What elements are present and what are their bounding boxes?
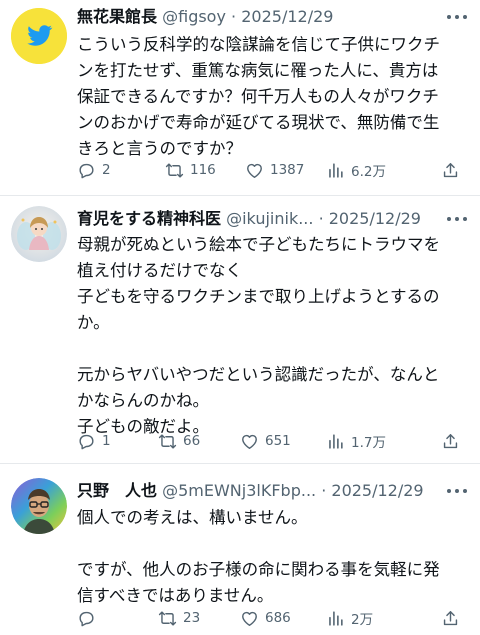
body-line: か。 (77, 313, 110, 332)
heart-icon (247, 163, 262, 178)
body-line: 元からヤバいやつだという認識だったが、なんと (77, 365, 440, 384)
body-line: 子どもを守るワクチンまで取り上げようとするの (77, 287, 440, 306)
repost-count: 116 (190, 162, 216, 178)
share-button[interactable] (441, 158, 460, 182)
more-button[interactable] (444, 207, 470, 231)
more-button[interactable] (444, 479, 470, 503)
like-count: 651 (265, 433, 291, 449)
tweet-feed: 無花果館長 @figsoy · 2025/12/29 こういう反科学的な陰謀論を… (0, 0, 480, 635)
body-line (77, 336, 466, 362)
share-upload-icon (443, 433, 458, 448)
tweet-body: 個人での考えは、構いません。 ですが、他人のお子様の命に関わる事を気軽に発 信す… (77, 505, 466, 609)
separator: · (321, 481, 327, 500)
speech-bubble-icon (79, 611, 94, 626)
more-dots-icon (447, 15, 467, 19)
author-handle[interactable]: @5mEWNj3lKFbp... (162, 481, 316, 500)
more-button[interactable] (444, 5, 470, 29)
body-line: かならんのかね。 (77, 391, 209, 410)
body-line: 植え付けるだけでなく (77, 261, 242, 280)
timestamp[interactable]: 2025/12/29 (331, 481, 423, 500)
tweet-body: 母親が死ぬという絵本で子どもたちにトラウマを 植え付けるだけでなく 子どもを守る… (77, 232, 466, 440)
author-name[interactable]: 只野 人也 (77, 481, 157, 500)
tweet[interactable]: 只野 人也 @5mEWNj3lKFbp... · 2025/12/29 個人での… (0, 464, 480, 635)
author-name[interactable]: 育児をする精神科医 (77, 209, 221, 228)
action-bar: 23 686 2万 (77, 606, 470, 630)
body-line: ですが、他人のお子様の命に関わる事を気軽に発 (77, 560, 440, 579)
bar-chart-icon (329, 433, 343, 449)
author-handle[interactable]: @figsoy (162, 7, 226, 26)
tweet-header: 育児をする精神科医 @ikujinik... · 2025/12/29 (77, 207, 436, 231)
action-bar: 1 66 651 1.7万 (77, 429, 470, 453)
body-line: 個人での考えは、構いません。 (77, 508, 308, 527)
like-count: 1387 (270, 162, 305, 178)
reply-button[interactable]: 1 (77, 429, 111, 453)
repost-count: 23 (183, 610, 201, 626)
body-line: 母親が死ぬという絵本で子どもたちにトラウマを (77, 235, 440, 254)
repost-button[interactable]: 23 (158, 606, 200, 630)
speech-bubble-icon (79, 163, 94, 178)
timestamp[interactable]: 2025/12/29 (241, 7, 333, 26)
like-count: 686 (265, 610, 291, 626)
repost-arrows-icon (158, 433, 177, 449)
fairy-illustration-avatar (11, 206, 67, 262)
like-button[interactable]: 651 (240, 429, 291, 453)
repost-count: 66 (183, 433, 201, 449)
repost-arrows-icon (158, 610, 177, 626)
share-upload-icon (443, 162, 458, 177)
avatar[interactable] (11, 478, 67, 534)
avatar[interactable] (11, 8, 67, 64)
tweet-header: 無花果館長 @figsoy · 2025/12/29 (77, 5, 436, 29)
avatar[interactable] (11, 206, 67, 262)
views-button[interactable]: 2万 (326, 606, 373, 630)
timestamp[interactable]: 2025/12/29 (329, 209, 421, 228)
author-handle[interactable]: @ikujinik... (226, 209, 313, 228)
man-portrait-avatar (11, 478, 67, 534)
tweet[interactable]: 無花果館長 @figsoy · 2025/12/29 こういう反科学的な陰謀論を… (0, 0, 480, 196)
tweet[interactable]: 育児をする精神科医 @ikujinik... · 2025/12/29 母親が死… (0, 196, 480, 464)
reply-button[interactable]: 2 (77, 158, 111, 182)
share-button[interactable] (441, 429, 460, 453)
repost-arrows-icon (165, 162, 184, 178)
body-line: 保証できるんですか？何千万人もの人々がワクチ (77, 87, 439, 106)
bar-chart-icon (329, 162, 343, 178)
reply-count: 2 (102, 162, 111, 178)
tweet-body: こういう反科学的な陰謀論を信じて子供にワクチ ンを打たせず、重篤な病気に罹った人… (77, 32, 466, 162)
separator: · (231, 7, 237, 26)
author-name[interactable]: 無花果館長 (77, 7, 157, 26)
body-line: こういう反科学的な陰謀論を信じて子供にワクチ (77, 35, 440, 54)
more-dots-icon (447, 489, 467, 493)
action-bar: 2 116 1387 6.2万 (77, 158, 470, 182)
tweet-header: 只野 人也 @5mEWNj3lKFbp... · 2025/12/29 (77, 479, 436, 503)
views-button[interactable]: 1.7万 (326, 429, 386, 453)
repost-button[interactable]: 66 (158, 429, 200, 453)
separator: · (318, 209, 324, 228)
share-upload-icon (443, 610, 458, 625)
more-dots-icon (447, 217, 467, 221)
speech-bubble-icon (79, 434, 94, 449)
like-button[interactable]: 1387 (245, 158, 304, 182)
heart-icon (242, 611, 257, 626)
reply-count: 1 (102, 433, 111, 449)
repost-button[interactable]: 116 (165, 158, 216, 182)
body-line: ンのおかげで寿命が延びてる現状で、無防備で生 (77, 113, 440, 132)
views-count: 1.7万 (351, 435, 386, 451)
share-button[interactable] (441, 606, 460, 630)
views-count: 2万 (351, 612, 374, 628)
body-line (77, 531, 466, 557)
heart-icon (242, 434, 257, 449)
bird-logo-icon (11, 8, 67, 64)
reply-button[interactable] (77, 606, 102, 630)
views-count: 6.2万 (351, 164, 386, 180)
body-line: ンを打たせず、重篤な病気に罹った人に、貴方は (77, 61, 439, 80)
views-button[interactable]: 6.2万 (326, 158, 386, 182)
bar-chart-icon (329, 610, 343, 626)
like-button[interactable]: 686 (240, 606, 291, 630)
